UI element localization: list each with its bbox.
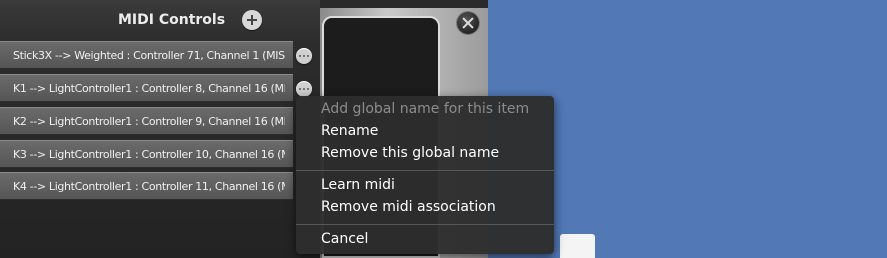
close-icon[interactable] xyxy=(457,12,479,34)
panel-title: MIDI Controls xyxy=(118,12,226,28)
plus-icon[interactable] xyxy=(242,10,262,30)
midi-row-label: K4 --> LightController1 : Controller 11,… xyxy=(13,180,285,193)
panel-header: MIDI Controls xyxy=(0,0,320,40)
midi-row[interactable]: K3 --> LightController1 : Controller 10,… xyxy=(0,140,293,168)
midi-controls-panel: MIDI Controls Stick3X --> Weighted : Con… xyxy=(0,0,320,258)
midi-row[interactable]: K2 --> LightController1 : Controller 9, … xyxy=(0,107,293,135)
device-top-strip xyxy=(320,0,488,8)
context-menu: Add global name for this item Rename Rem… xyxy=(296,96,554,254)
midi-row[interactable]: K4 --> LightController1 : Controller 11,… xyxy=(0,172,293,200)
midi-row[interactable]: Stick3X --> Weighted : Controller 71, Ch… xyxy=(0,41,293,69)
menu-item-remove-midi-association[interactable]: Remove midi association xyxy=(321,199,496,215)
menu-separator xyxy=(296,170,554,171)
ellipsis-icon[interactable] xyxy=(296,81,312,97)
menu-item-add-global-name: Add global name for this item xyxy=(321,101,530,117)
midi-row[interactable]: K1 --> LightController1 : Controller 8, … xyxy=(0,74,293,102)
background-window-edge xyxy=(560,234,595,258)
midi-row-label: K3 --> LightController1 : Controller 10,… xyxy=(13,148,285,161)
menu-item-learn-midi[interactable]: Learn midi xyxy=(321,177,395,193)
menu-item-cancel[interactable]: Cancel xyxy=(321,231,368,247)
menu-separator xyxy=(296,224,554,225)
menu-item-rename[interactable]: Rename xyxy=(321,123,378,139)
menu-item-remove-global-name[interactable]: Remove this global name xyxy=(321,145,499,161)
midi-row-label: K1 --> LightController1 : Controller 8, … xyxy=(13,82,285,95)
ellipsis-icon[interactable] xyxy=(296,48,312,64)
midi-row-label: K2 --> LightController1 : Controller 9, … xyxy=(13,115,285,128)
midi-row-label: Stick3X --> Weighted : Controller 71, Ch… xyxy=(13,49,285,62)
